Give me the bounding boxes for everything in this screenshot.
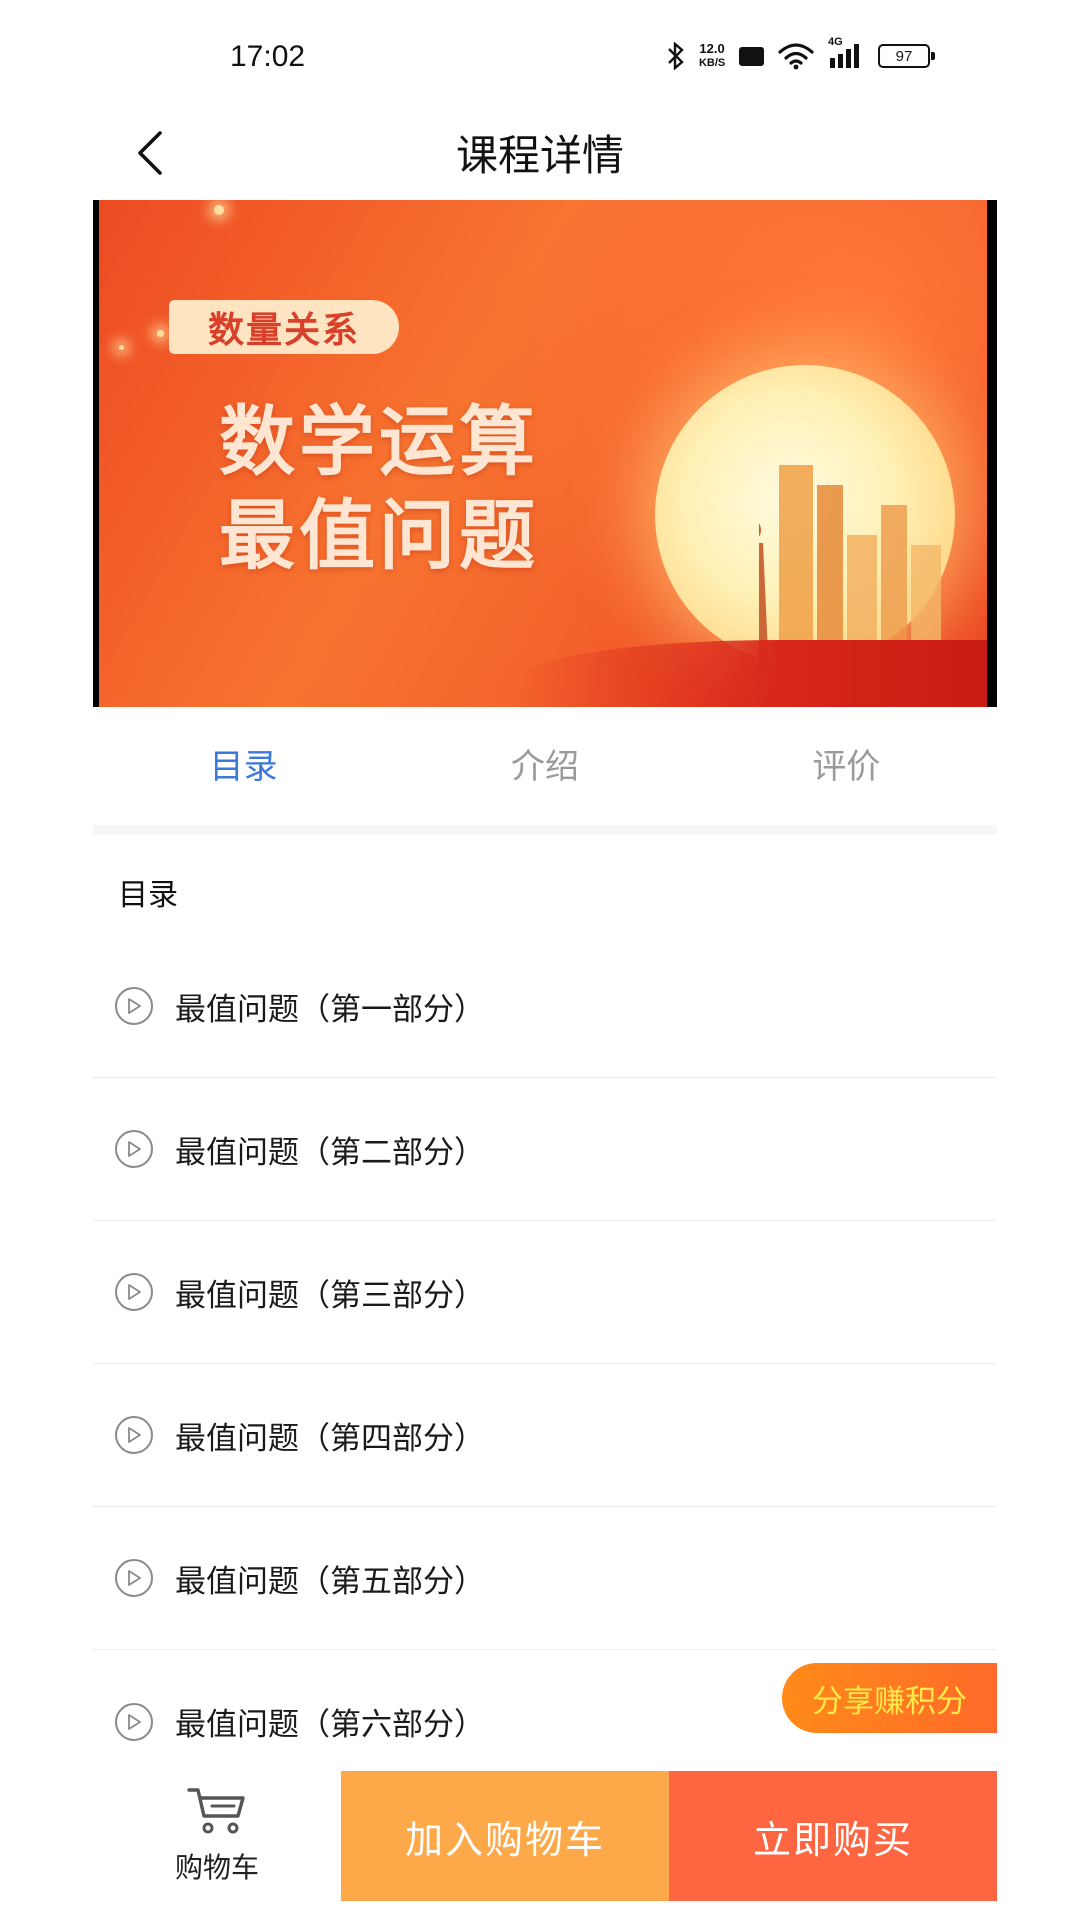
bottom-action-bar: 购物车 加入购物车 立即购买 xyxy=(93,1771,997,1901)
play-icon xyxy=(115,1130,153,1168)
signal-icon: 4G xyxy=(828,36,864,70)
banner-title-line: 最值问题 xyxy=(219,491,539,580)
section-heading: 目录 xyxy=(118,878,178,913)
net-speed: 12.0 KB/S xyxy=(698,41,726,69)
lesson-title: 最值问题（第四部分） xyxy=(175,1420,485,1457)
lesson-title: 最值问题（第二部分） xyxy=(175,1134,485,1171)
cart-icon xyxy=(186,1786,248,1840)
city-silhouette xyxy=(759,465,941,675)
play-icon xyxy=(115,1702,153,1741)
banner-title: 数学运算 最值问题 xyxy=(219,395,539,583)
divider xyxy=(93,825,997,835)
battery-level: 97 xyxy=(895,47,913,65)
tab-label: 目录 xyxy=(209,747,278,787)
buy-now-button[interactable]: 立即购买 xyxy=(669,1771,997,1901)
tab-label: 评价 xyxy=(812,747,881,787)
play-icon xyxy=(115,1273,153,1311)
play-icon xyxy=(115,1416,153,1454)
banner-title-line: 数学运算 xyxy=(219,397,539,486)
status-icons: 12.0 KB/S HD 4G 97 xyxy=(667,36,935,70)
sparkle-decoration xyxy=(119,345,124,350)
wifi-icon xyxy=(778,42,814,70)
banner-image: 数量关系 数学运算 最值问题 xyxy=(99,200,987,707)
battery-icon: 97 xyxy=(878,44,935,68)
sparkle-decoration xyxy=(214,205,224,215)
play-icon xyxy=(115,987,153,1025)
play-icon xyxy=(115,1559,153,1597)
lesson-title: 最值问题（第六部分） xyxy=(175,1707,485,1743)
tab-bar: 目录 介绍 评价 xyxy=(93,707,997,835)
lesson-title: 最值问题（第三部分） xyxy=(175,1277,485,1314)
tab-intro[interactable]: 介绍 xyxy=(394,707,695,825)
sparkle-decoration xyxy=(157,330,164,337)
banner-tag: 数量关系 xyxy=(169,300,399,354)
share-earn-points-button[interactable]: 分享赚积分 xyxy=(782,1663,997,1733)
tab-catalog[interactable]: 目录 xyxy=(93,707,394,835)
lesson-item[interactable]: 最值问题（第一部分） xyxy=(93,935,997,1078)
lesson-item[interactable]: 最值问题（第二部分） xyxy=(93,1078,997,1221)
page-title: 课程详情 xyxy=(455,131,624,180)
status-bar: 17:02 12.0 KB/S HD 4G 97 xyxy=(0,0,1080,110)
lesson-title: 最值问题（第一部分） xyxy=(175,991,485,1028)
network-type-label: 4G xyxy=(828,36,843,48)
tab-label: 介绍 xyxy=(510,747,579,787)
ribbon-decoration xyxy=(519,640,987,707)
hd-icon: HD xyxy=(739,46,764,66)
cart-label: 购物车 xyxy=(174,1851,259,1884)
lesson-item[interactable]: 最值问题（第四部分） xyxy=(93,1364,997,1507)
add-to-cart-button[interactable]: 加入购物车 xyxy=(341,1771,669,1901)
nav-bar: 课程详情 xyxy=(0,110,1080,200)
lesson-title: 最值问题（第五部分） xyxy=(175,1563,485,1600)
lesson-item[interactable]: 最值问题（第三部分） xyxy=(93,1221,997,1364)
bluetooth-icon xyxy=(667,42,685,70)
tab-reviews[interactable]: 评价 xyxy=(696,707,997,825)
lesson-item[interactable]: 最值问题（第五部分） xyxy=(93,1507,997,1650)
course-banner[interactable]: 数量关系 数学运算 最值问题 xyxy=(93,200,997,707)
cart-button[interactable]: 购物车 xyxy=(93,1771,341,1901)
status-time: 17:02 xyxy=(230,40,306,73)
